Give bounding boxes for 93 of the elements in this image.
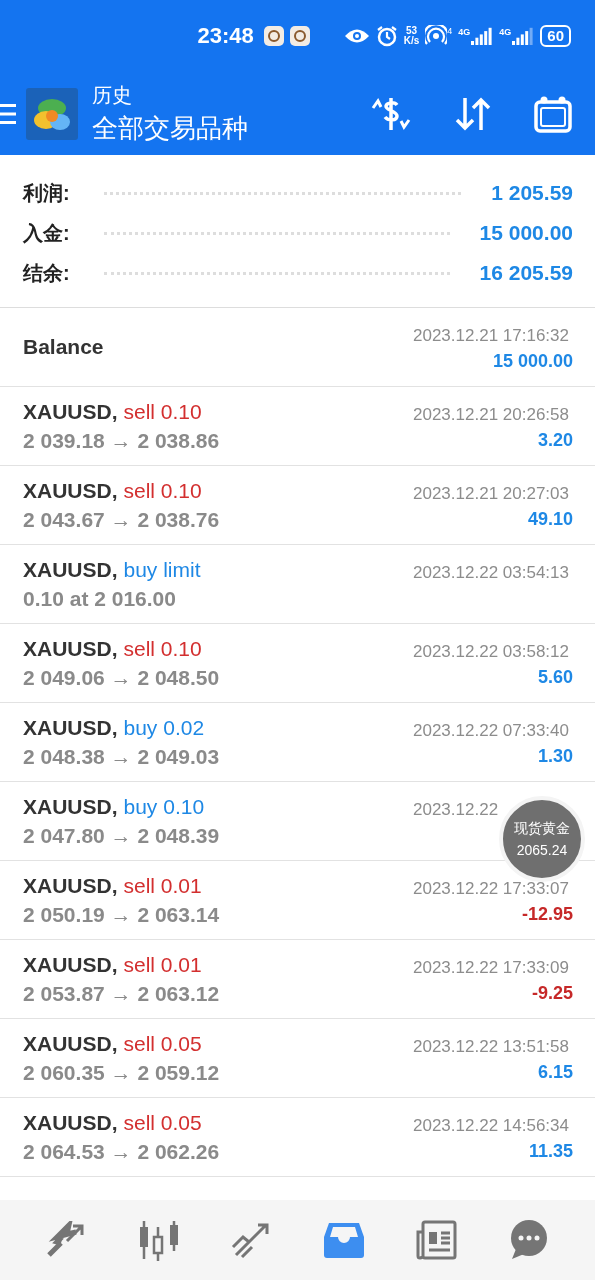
price-range: 2 048.38 → 2 049.03 xyxy=(23,744,220,769)
app-logo xyxy=(26,87,78,140)
profit-value: 5.60 xyxy=(537,667,573,688)
notification-icon xyxy=(263,26,284,46)
history-row[interactable]: XAUUSD, buy limit 0.10 at 2 016.00 2023.12.22 03:54:13 xyxy=(0,545,595,624)
deal-title: Balance xyxy=(23,335,104,359)
price-range: 2 050.19 → 2 063.14 xyxy=(23,902,220,927)
nav-tab[interactable] xyxy=(322,1221,365,1259)
price-range: 2 047.80 → 2 048.39 xyxy=(23,823,220,848)
symbol-label: XAUUSD, xyxy=(23,794,118,819)
side-label: sell 0.01 xyxy=(123,873,202,898)
history-row[interactable]: XAUUSD, sell 0.05 2 060.35 → 2 059.12 2023.12.22 13:51:58 6.15 xyxy=(0,1019,595,1098)
deal-time: 2023.12.22 07:33:40 xyxy=(413,721,570,741)
summary-value: 1 205.59 xyxy=(491,181,573,205)
symbol-label: XAUUSD, xyxy=(23,1110,118,1135)
history-row[interactable]: Balance 2023.12.21 17:16:32 15 000.00 xyxy=(0,308,595,387)
menu-icon[interactable] xyxy=(0,101,16,126)
summary-label: 结余: xyxy=(23,260,70,286)
profit-value: 15 000.00 xyxy=(492,351,573,372)
price-range: 2 049.06 → 2 048.50 xyxy=(23,665,220,690)
profit-value: -12.95 xyxy=(521,904,573,925)
summary-label: 利润: xyxy=(23,180,70,206)
symbol-filter[interactable]: 全部交易品种 xyxy=(92,110,248,146)
eye-icon xyxy=(343,27,370,45)
symbol-label: XAUUSD, xyxy=(23,478,118,503)
hotspot-number: 4 xyxy=(447,26,453,36)
history-row[interactable]: XAUUSD, sell 0.10 2 043.67 → 2 038.76 2023.12.21 20:27:03 49.10 xyxy=(0,466,595,545)
price-range: 2 064.53 → 2 062.26 xyxy=(23,1139,220,1164)
deal-time: 2023.12.22 13:51:58 xyxy=(413,1037,570,1057)
symbol-label: XAUUSD, xyxy=(23,557,118,582)
candlestick-icon xyxy=(137,1219,180,1261)
history-row[interactable]: XAUUSD, sell 0.10 2 049.06 → 2 048.50 2023.12.22 03:58:12 5.60 xyxy=(0,624,595,703)
profit-value: 1.30 xyxy=(537,746,573,767)
deal-time: 2023.12.22 17:33:09 xyxy=(413,958,570,978)
price-range: 0.10 at 2 016.00 xyxy=(23,586,177,611)
side-label: sell 0.10 xyxy=(123,636,202,661)
profit-value: -9.25 xyxy=(531,983,573,1004)
inbox-icon xyxy=(322,1221,365,1259)
side-label: sell 0.10 xyxy=(123,478,202,503)
side-label: buy 0.02 xyxy=(123,715,205,740)
price-range: 2 043.67 → 2 038.76 xyxy=(23,507,220,532)
history-row[interactable]: XAUUSD, sell 0.10 2 039.18 → 2 038.86 2023.12.21 20:26:58 3.20 xyxy=(0,387,595,466)
symbol-label: XAUUSD, xyxy=(23,636,118,661)
symbol-label: XAUUSD, xyxy=(23,715,118,740)
notification-icon xyxy=(289,26,310,46)
profit-value: 6.15 xyxy=(537,1062,573,1083)
nav-tab[interactable] xyxy=(137,1219,180,1261)
history-row[interactable]: XAUUSD, sell 0.05 2 064.53 → 2 062.26 2023.12.22 14:56:34 11.35 xyxy=(0,1098,595,1177)
price-range: 2 039.18 → 2 038.86 xyxy=(23,428,220,453)
signal-icon xyxy=(512,27,535,45)
symbol-label: XAUUSD, xyxy=(23,1031,118,1056)
profit-value: 3.20 xyxy=(537,430,573,451)
quote-name: 现货黄金 xyxy=(514,820,570,838)
price-range: 2 060.35 → 2 059.12 xyxy=(23,1060,220,1085)
quote-bubble[interactable]: 现货黄金 2065.24 xyxy=(499,796,585,882)
deal-time: 2023.12.22 xyxy=(413,800,500,820)
profit-value: 11.35 xyxy=(528,1141,573,1162)
clock: 23:48 xyxy=(197,23,254,49)
side-label: sell 0.01 xyxy=(123,952,202,977)
deal-time: 2023.12.22 17:33:07 xyxy=(413,879,570,899)
summary-label: 入金: xyxy=(23,220,70,246)
side-label: sell 0.05 xyxy=(123,1110,202,1135)
network-label: 4G xyxy=(458,27,471,37)
side-label: sell 0.10 xyxy=(123,399,202,424)
deal-time: 2023.12.22 03:58:12 xyxy=(413,642,570,662)
deal-time: 2023.12.21 20:26:58 xyxy=(413,405,570,425)
symbol-label: XAUUSD, xyxy=(23,873,118,898)
history-row[interactable]: XAUUSD, sell 0.01 2 053.87 → 2 063.12 2023.12.22 17:33:09 -9.25 xyxy=(0,940,595,1019)
deal-time: 2023.12.22 14:56:34 xyxy=(413,1116,570,1136)
price-range: 2 053.87 → 2 063.12 xyxy=(23,981,220,1006)
network-label: 4G xyxy=(499,27,512,37)
symbol-label: XAUUSD, xyxy=(23,952,118,977)
side-label: buy limit xyxy=(123,557,201,582)
symbol-label: XAUUSD, xyxy=(23,399,118,424)
history-row[interactable]: XAUUSD, buy 0.02 2 048.38 → 2 049.03 2023.12.22 07:33:40 1.30 xyxy=(0,703,595,782)
speed-unit: K/s xyxy=(403,36,420,46)
signal-icon xyxy=(471,27,494,45)
deal-time: 2023.12.22 03:54:13 xyxy=(413,563,570,583)
battery-indicator: 60 xyxy=(540,25,571,47)
side-label: buy 0.10 xyxy=(123,794,205,819)
profit-value: 49.10 xyxy=(527,509,573,530)
newspaper-icon xyxy=(415,1220,458,1260)
speed-value: 53 xyxy=(405,26,418,36)
hotspot-icon xyxy=(425,25,448,47)
alarm-icon xyxy=(375,25,398,47)
side-label: sell 0.05 xyxy=(123,1031,202,1056)
nav-tab[interactable] xyxy=(415,1220,458,1260)
screen-title: 历史 xyxy=(92,82,133,108)
deal-time: 2023.12.21 20:27:03 xyxy=(413,484,570,504)
deal-time: 2023.12.21 17:16:32 xyxy=(413,326,570,346)
quote-price: 2065.24 xyxy=(516,842,568,858)
summary-value: 15 000.00 xyxy=(479,221,573,245)
summary-value: 16 205.59 xyxy=(479,261,573,285)
